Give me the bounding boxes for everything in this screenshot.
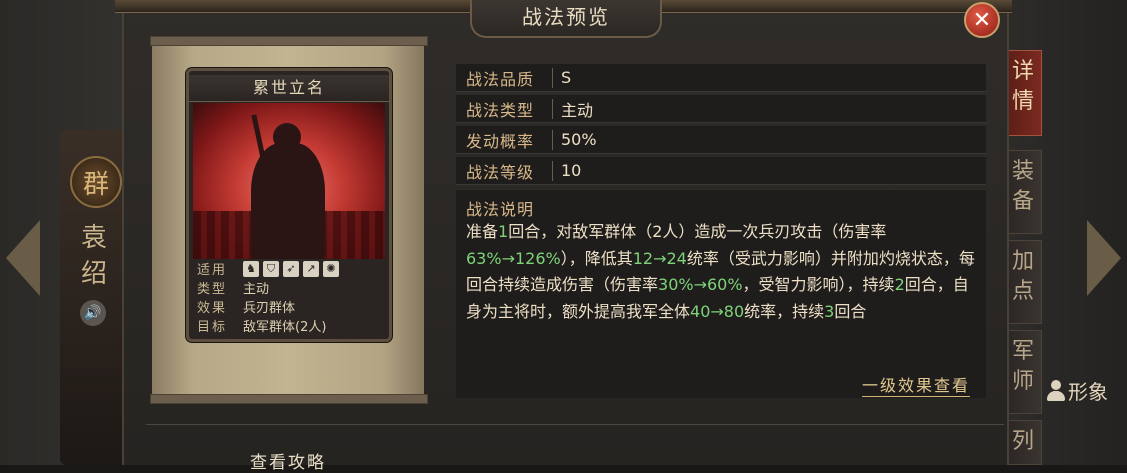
previous-hero-arrow[interactable] <box>6 220 40 296</box>
panel-title: 战法预览 <box>470 0 662 38</box>
wheel-icon: ✺ <box>323 260 339 277</box>
scroll-rod-bottom <box>150 394 428 404</box>
warrior-silhouette <box>251 143 325 259</box>
info-value: 主动 <box>561 100 594 120</box>
person-icon <box>1046 379 1066 402</box>
hero-name: 袁绍 <box>80 223 107 289</box>
close-button[interactable]: ✕ <box>964 2 1000 38</box>
card-value: 敌军群体(2人) <box>243 320 327 335</box>
description-highlight: 2 <box>894 275 905 294</box>
description-text: ，受智力影响），持续 <box>742 275 895 294</box>
info-label: 战法品质 <box>466 69 535 89</box>
close-icon: ✕ <box>972 7 992 33</box>
info-separator <box>552 129 553 150</box>
description-highlight: 12→24 <box>632 248 687 268</box>
card-row-target: 目标 敌军群体(2人) <box>197 316 383 335</box>
view-guide-link[interactable]: 查看攻略 <box>250 448 326 473</box>
info-row-type: 战法类型 主动 <box>456 95 986 123</box>
description-highlight: 1 <box>498 222 509 241</box>
card-key: 效果 <box>197 301 228 316</box>
appearance-button[interactable]: 形象 <box>1046 376 1108 405</box>
info-label: 战法等级 <box>466 162 535 182</box>
info-separator <box>552 160 553 181</box>
description-text: ），降低其 <box>560 248 633 268</box>
card-value: 兵刃群体 <box>243 301 296 316</box>
card-row-type: 类型 主动 <box>197 278 383 297</box>
tab-points[interactable]: 加点 <box>1004 240 1042 324</box>
info-row-probability: 发动概率 50% <box>456 126 986 154</box>
tab-equipment[interactable]: 装备 <box>1004 150 1042 234</box>
card-value: 主动 <box>243 282 270 297</box>
info-separator <box>552 67 553 88</box>
description-label: 战法说明 <box>466 200 535 219</box>
description-text: 准备 <box>466 222 499 241</box>
divider <box>146 424 1004 425</box>
info-value: 50% <box>561 130 597 149</box>
card-row-applicable: 适用 ♞ ⛉ ➶ ↗ ✺ <box>197 259 383 278</box>
info-row-level: 战法等级 10 <box>456 157 986 185</box>
card-key: 目标 <box>197 320 228 335</box>
info-label: 战法类型 <box>466 100 535 120</box>
level1-effect-link[interactable]: 一级效果查看 <box>862 372 971 397</box>
tactic-card: 累世立名 适用 ♞ ⛉ ➶ ↗ ✺ 类型 主动 效果 兵刃群体 目标 敌军群体( <box>186 68 392 342</box>
info-label: 发动概率 <box>466 131 535 151</box>
info-value: 10 <box>561 161 582 180</box>
description-text: 统率，持续 <box>744 301 825 321</box>
info-value: S <box>561 68 572 87</box>
description-highlight: 63%→126% <box>466 248 561 268</box>
tab-list[interactable]: 列 <box>1004 420 1042 465</box>
shield-icon: ⛉ <box>263 260 279 277</box>
info-separator <box>552 98 553 119</box>
tactic-card-title: 累世立名 <box>189 75 389 102</box>
card-key: 适用 <box>197 263 228 278</box>
tactic-artwork <box>193 103 385 259</box>
scroll-rod-top <box>150 36 428 46</box>
description-highlight: 30%→60% <box>658 275 743 294</box>
description-text: 回合 <box>834 301 867 321</box>
troop-type-icons: ♞ ⛉ ➶ ↗ ✺ <box>243 260 339 277</box>
faction-badge: 群 <box>70 156 122 208</box>
description-text: 回合，对敌军群体（2人）造成一次兵刃攻击（伤害率 <box>508 222 887 241</box>
card-key: 类型 <box>197 282 228 297</box>
speaker-icon[interactable]: 🔊 <box>80 300 106 326</box>
tab-advisor[interactable]: 军师 <box>1004 330 1042 414</box>
tactic-description: 准备1回合，对敌军群体（2人）造成一次兵刃攻击（伤害率 63%→126%），降低其… <box>466 219 978 325</box>
spear-icon: ↗ <box>303 260 319 277</box>
cavalry-icon: ♞ <box>243 260 259 277</box>
bow-icon: ➶ <box>283 260 299 277</box>
appearance-label: 形象 <box>1068 380 1108 404</box>
description-highlight: 40→80 <box>690 301 745 321</box>
tab-details[interactable]: 详情 <box>1004 50 1042 136</box>
next-hero-arrow[interactable] <box>1087 220 1121 296</box>
description-highlight: 3 <box>824 301 835 321</box>
tactic-card-info: 适用 ♞ ⛉ ➶ ↗ ✺ 类型 主动 效果 兵刃群体 目标 敌军群体(2人) <box>197 259 383 335</box>
card-row-effect: 效果 兵刃群体 <box>197 297 383 316</box>
info-row-quality: 战法品质 S <box>456 64 986 92</box>
